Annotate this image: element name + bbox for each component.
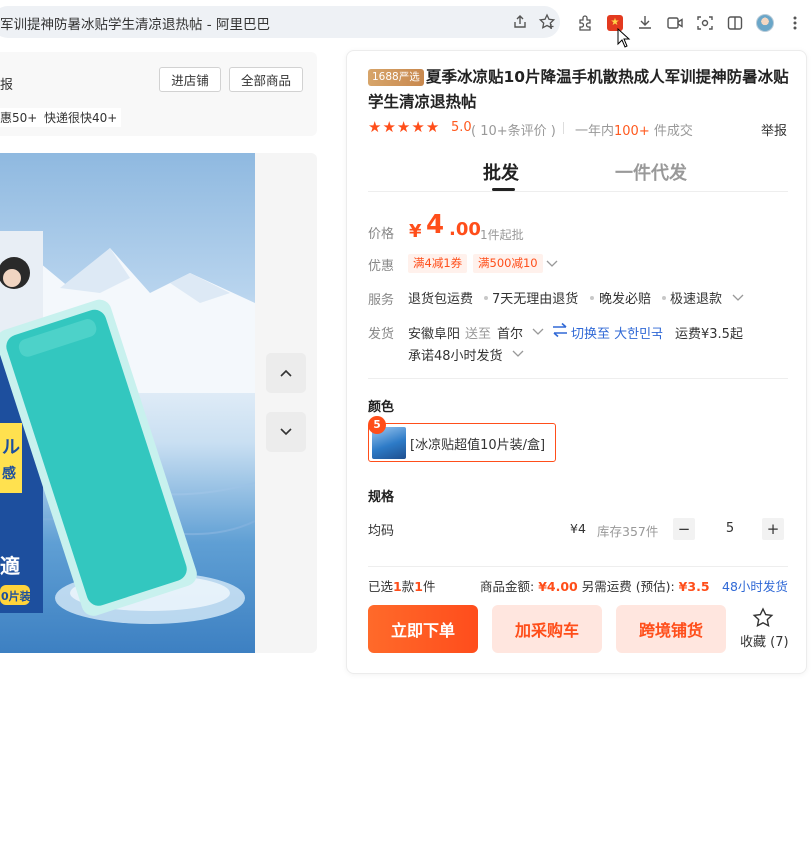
split-view-icon[interactable] (724, 12, 746, 34)
tab-dropship[interactable]: 一件代发 (615, 159, 687, 185)
ship-time-link[interactable]: 48小时发货 (722, 576, 788, 595)
shop-name: 报 (0, 78, 14, 93)
dot-separator (662, 296, 666, 300)
video-icon[interactable] (664, 12, 686, 34)
service-item: 退货包运费 (408, 292, 474, 307)
order-now-button[interactable]: 立即下单 (368, 605, 478, 653)
shop-tag: 惠50+ (0, 108, 42, 127)
ship-origin: 安徽阜阳 (408, 327, 461, 342)
promo-label: 优惠 (368, 259, 395, 274)
address-bar[interactable]: 军训提神防暑冰贴学生清凉退热帖 - 阿里巴巴 (0, 6, 560, 38)
star-icon: ★ (411, 118, 425, 136)
spec-section-title: 规格 (368, 490, 395, 505)
coupon-tag[interactable]: 满500减10 (473, 254, 543, 273)
favorite-star-icon[interactable] (752, 607, 774, 629)
tab-wholesale[interactable]: 批发 (483, 159, 519, 185)
price-decimal: .00 (449, 219, 481, 240)
sold-count: 一年内100+ 件成交 (575, 124, 693, 139)
quantity-plus-button[interactable]: + (762, 518, 784, 540)
svg-text:0片装: 0片装 (1, 589, 31, 603)
svg-text:適: 適 (0, 554, 20, 578)
share-icon[interactable] (510, 12, 530, 32)
download-icon[interactable] (634, 12, 656, 34)
ship-to-label: 送至 (465, 327, 492, 342)
chevron-down-icon[interactable] (545, 257, 559, 271)
color-section-title: 颜色 (368, 400, 395, 415)
product-main-image[interactable]: ル 感 適 0片装 (0, 153, 255, 653)
ship-destination[interactable]: 首尔 (497, 323, 523, 342)
profile-avatar[interactable] (754, 12, 776, 34)
page-title-text: 军训提神防暑冰贴学生清凉退热帖 - 阿里巴巴 (0, 17, 270, 33)
shipping-fee: 运费¥3.5起 (675, 327, 743, 342)
spec-stock: 库存357件 (597, 524, 659, 539)
quantity-input[interactable]: 5 (705, 521, 755, 536)
chevron-down-icon[interactable] (531, 325, 545, 339)
cross-border-button[interactable]: 跨境铺货 (616, 605, 726, 653)
bookmark-star-icon[interactable] (537, 12, 557, 32)
review-count-link[interactable]: ( 10+条评价 ) (471, 120, 556, 139)
star-icon: ★ (368, 118, 382, 136)
add-to-cart-button[interactable]: 加采购车 (492, 605, 602, 653)
shop-tag: 快递很快40+ (40, 108, 122, 127)
dot-separator (484, 296, 488, 300)
price-currency: ¥ (409, 221, 422, 242)
divider (563, 122, 564, 134)
divider (368, 191, 788, 192)
min-order-qty: 1件起批 (480, 228, 524, 242)
enter-shop-button[interactable]: 进店铺 (159, 67, 221, 92)
rating-score: 5.0 (451, 120, 472, 135)
star-icon: ★ (396, 118, 411, 136)
spec-name: 均码 (368, 524, 395, 539)
product-title: 夏季冰凉贴10片降温手机散热成人军训提神防暑冰贴学生清凉退热帖 (368, 68, 789, 111)
chevron-down-icon[interactable] (731, 291, 745, 305)
favorite-button[interactable]: 收藏 (7) (740, 631, 789, 650)
chevron-down-icon (280, 428, 292, 436)
selection-summary: 已选1款1件 (368, 579, 436, 594)
svg-text:感: 感 (2, 465, 16, 482)
shop-header: 报 进店铺 全部商品 惠50+ 快递很快40+ (0, 52, 317, 136)
price-label: 价格 (368, 227, 395, 242)
star-icon: ★ (382, 118, 396, 136)
rating-stars: ★ ★ ★ ★ ★ (368, 119, 439, 135)
color-option-selected[interactable]: 5 [冰凉贴超值10片装/盒] (368, 416, 556, 462)
shipping-promise: 承诺48小时发货 (408, 349, 503, 364)
service-label: 服务 (368, 293, 395, 308)
sku-count-badge: 5 (368, 416, 386, 434)
service-item: 晚发必赔 (599, 292, 652, 307)
spec-price: ¥4 (570, 521, 586, 536)
gallery-next-button[interactable] (266, 412, 306, 452)
extensions-puzzle-icon[interactable] (575, 12, 597, 34)
price-integer: 4 (426, 210, 445, 240)
divider (368, 378, 788, 379)
chevron-up-icon (280, 369, 292, 377)
service-item: 7天无理由退货 (492, 292, 579, 307)
gallery-prev-button[interactable] (266, 353, 306, 393)
report-link[interactable]: 举报 (761, 120, 787, 139)
quantity-minus-button[interactable]: − (673, 518, 695, 540)
svg-text:ル: ル (2, 437, 20, 458)
dot-separator (590, 296, 594, 300)
screenshot-icon[interactable] (694, 12, 716, 34)
switch-region-link[interactable]: 切换至 大한민국 (571, 323, 663, 342)
divider (368, 566, 788, 567)
browser-toolbar: 军训提神防暑冰贴学生清凉退热帖 - 阿里巴巴 ★ (0, 0, 812, 48)
amount-summary: 商品金额: ¥4.00 另需运费 (预估): ¥3.5 (480, 579, 710, 594)
coupon-tag[interactable]: 满4减1券 (408, 254, 468, 273)
product-detail-panel: 1688严选 夏季冰凉贴10片降温手机散热成人军训提神防暑冰贴学生清凉退热帖 ★… (346, 50, 807, 674)
sku-option-label: [冰凉贴超值10片装/盒] (410, 438, 546, 453)
service-item: 极速退款 (670, 292, 723, 307)
chevron-down-icon[interactable] (511, 347, 525, 361)
star-icon: ★ (425, 118, 440, 136)
more-menu-icon[interactable] (784, 12, 806, 34)
mouse-cursor-icon (617, 28, 631, 48)
switch-arrows-icon[interactable] (551, 322, 569, 338)
shipping-label: 发货 (368, 327, 395, 342)
all-products-button[interactable]: 全部商品 (229, 67, 303, 92)
